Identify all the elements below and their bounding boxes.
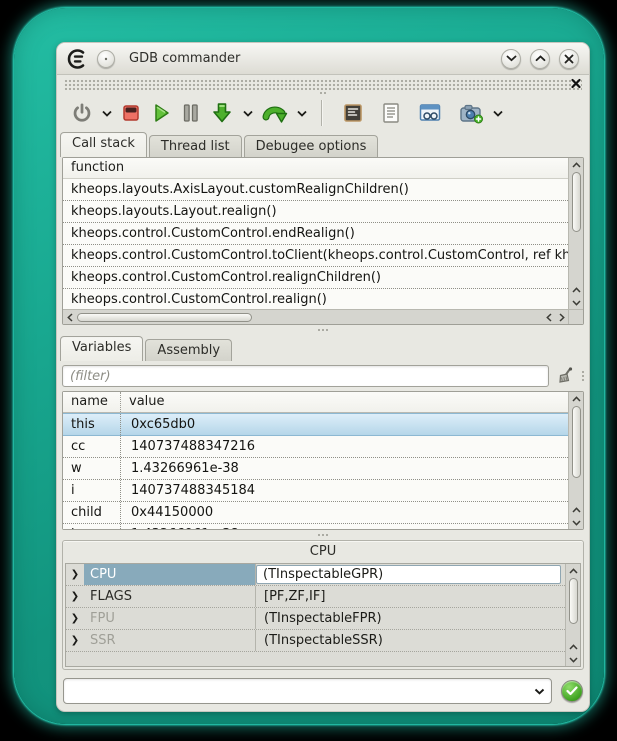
inspect-tabbar: Variables Assembly (57, 335, 589, 361)
scroll-up-icon[interactable] (569, 283, 583, 296)
expand-chevron-right-icon[interactable]: ❯ (66, 635, 84, 646)
scroll-down-icon[interactable] (566, 653, 580, 666)
column-header-name[interactable]: name (63, 392, 121, 412)
variables-vertical-scrollbar[interactable] (568, 392, 583, 529)
power-dropdown-chevron[interactable] (102, 110, 112, 117)
add-watch-dropdown-chevron[interactable] (493, 110, 503, 117)
clear-filter-broom-icon[interactable] (555, 366, 576, 386)
scroll-up-icon[interactable] (566, 564, 580, 577)
watch-window-button[interactable] (418, 102, 442, 124)
callstack-tabbar: Call stack Thread list Debugee options (57, 131, 589, 157)
callstack-row[interactable]: kheops.control.CustomControl.realignChil… (63, 267, 568, 289)
desktop-background: GDB commander (0, 0, 617, 741)
unshade-button[interactable] (530, 49, 550, 69)
callstack-panel: function kheops.layouts.AxisLayout.custo… (62, 157, 584, 325)
scroll-left-icon[interactable] (542, 310, 555, 324)
scrollbar-corner (568, 309, 583, 324)
callstack-row[interactable]: kheops.control.CustomControl.endRealign(… (63, 223, 568, 245)
scroll-right-icon[interactable] (555, 310, 568, 324)
memory-view-button[interactable] (342, 102, 364, 124)
panel-splitter[interactable] (57, 325, 589, 335)
callstack-horizontal-scrollbar[interactable] (63, 309, 568, 324)
scrollbar-thumb[interactable] (77, 313, 252, 322)
variable-row[interactable]: b 1.43266961e-38 (63, 524, 568, 529)
step-over-dropdown-chevron[interactable] (297, 110, 307, 117)
dock-close-icon[interactable] (569, 76, 583, 90)
expand-chevron-right-icon[interactable]: ❯ (66, 591, 84, 602)
add-watch-button[interactable] (459, 102, 484, 124)
variable-row[interactable]: cc 140737488347216 (63, 436, 568, 458)
scrollbar-thumb[interactable] (572, 172, 581, 232)
callstack-row[interactable]: kheops.layouts.Layout.realign() (63, 201, 568, 223)
filter-row (62, 365, 584, 387)
callstack-vertical-scrollbar[interactable] (568, 158, 583, 309)
cpu-row[interactable]: ❯ CPU (TInspectableGPR) (66, 564, 565, 586)
cpu-row[interactable]: ❯ FLAGS [PF,ZF,IF] (66, 586, 565, 608)
pause-button[interactable] (181, 102, 201, 124)
titlebar[interactable]: GDB commander (57, 43, 589, 75)
cpu-vertical-scrollbar[interactable] (565, 564, 580, 666)
callstack-row[interactable]: kheops.control.CustomControl.toClient(kh… (63, 245, 568, 267)
combo-dropdown-chevron[interactable] (527, 679, 551, 703)
variables-filter-input[interactable] (62, 365, 549, 387)
scroll-down-icon[interactable] (569, 296, 583, 309)
scroll-left-icon[interactable] (63, 310, 76, 324)
variable-row[interactable]: this 0xc65db0 (63, 413, 568, 436)
tab-assembly[interactable]: Assembly (145, 339, 232, 361)
cpu-row[interactable]: ❯ SSR (TInspectableSSR) (66, 630, 565, 652)
dock-drag-handle[interactable] (64, 78, 582, 90)
tab-thread-list[interactable]: Thread list (149, 135, 242, 157)
window-title: GDB commander (129, 51, 493, 66)
variables-table[interactable]: name value this 0xc65db0 cc 140737488347… (63, 392, 568, 529)
scroll-up-icon[interactable] (569, 392, 583, 405)
panel-edge-grip[interactable] (582, 371, 584, 381)
run-button[interactable] (150, 102, 172, 124)
stop-button[interactable] (121, 103, 141, 123)
cpu-register-table[interactable]: ❯ CPU (TInspectableGPR) ❯ FLAGS [PF,ZF,I… (66, 564, 565, 666)
expand-chevron-right-icon[interactable]: ❯ (66, 613, 84, 624)
cpu-row[interactable]: ❯ FPU (TInspectableFPR) (66, 608, 565, 630)
step-over-button[interactable] (262, 101, 288, 125)
tab-variables[interactable]: Variables (60, 336, 143, 361)
gdb-command-combobox[interactable] (63, 678, 552, 704)
sticky-button[interactable] (97, 50, 115, 68)
debug-toolbar (57, 95, 589, 131)
scroll-down-icon[interactable] (569, 516, 583, 529)
panel-splitter[interactable] (57, 530, 589, 540)
tab-call-stack[interactable]: Call stack (60, 132, 147, 157)
variable-row[interactable]: w 1.43266961e-38 (63, 458, 568, 480)
gdb-commander-window: GDB commander (56, 42, 590, 712)
variable-row[interactable]: child 0x44150000 (63, 502, 568, 524)
column-header-value[interactable]: value (121, 392, 568, 412)
scroll-up-icon[interactable] (569, 503, 583, 516)
toolbar-separator (321, 100, 322, 126)
cpu-groupbox-title: CPU (63, 541, 583, 563)
step-into-dropdown-chevron[interactable] (243, 110, 253, 117)
variables-panel: name value this 0xc65db0 cc 140737488347… (62, 391, 584, 530)
scroll-up-icon[interactable] (569, 158, 583, 171)
callstack-table[interactable]: function kheops.layouts.AxisLayout.custo… (63, 158, 568, 309)
callstack-column-header[interactable]: function (63, 158, 568, 179)
callstack-row[interactable]: kheops.layouts.AxisLayout.customRealignC… (63, 179, 568, 201)
gdb-command-input[interactable] (64, 680, 527, 702)
window-frame-glow: GDB commander (14, 8, 604, 724)
variable-row[interactable]: i 140737488345184 (63, 480, 568, 502)
step-into-button[interactable] (210, 101, 234, 125)
expand-chevron-right-icon[interactable]: ❯ (66, 569, 84, 580)
tab-debugee-options[interactable]: Debugee options (244, 135, 379, 157)
disassembly-button[interactable] (381, 102, 401, 124)
close-button[interactable] (559, 49, 579, 69)
scroll-up-icon[interactable] (566, 640, 580, 653)
callstack-row[interactable]: kheops.control.CustomControl.realign() (63, 289, 568, 309)
variables-header-row[interactable]: name value (63, 392, 568, 413)
app-logo-icon (67, 48, 89, 70)
cpu-value-editor[interactable]: (TInspectableGPR) (256, 565, 561, 584)
confirm-command-button[interactable] (561, 680, 583, 702)
power-button[interactable] (71, 102, 93, 124)
command-row (57, 670, 589, 704)
scrollbar-thumb[interactable] (569, 578, 578, 624)
cpu-groupbox: CPU ❯ CPU (TInspectableGPR) ❯ FLAGS [PF,… (62, 540, 584, 670)
scrollbar-thumb[interactable] (572, 406, 581, 478)
shade-button[interactable] (501, 49, 521, 69)
